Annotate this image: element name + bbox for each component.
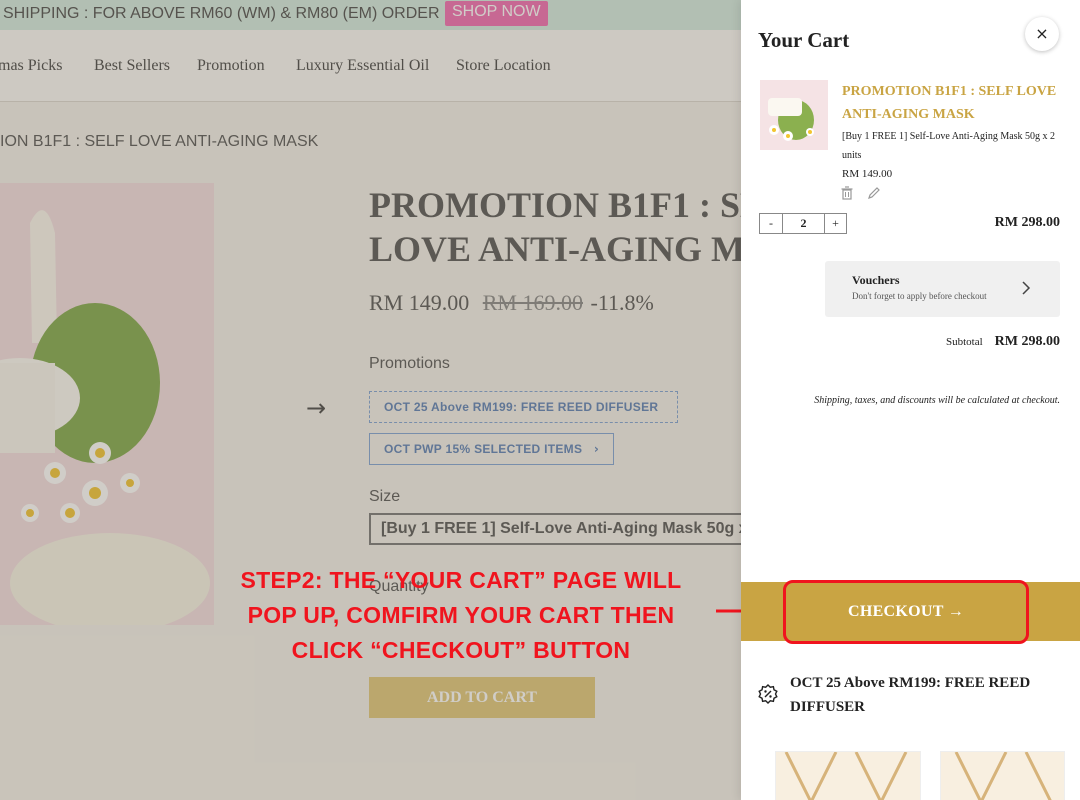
decrease-quantity-button[interactable]: -	[760, 214, 783, 233]
close-icon: ×	[1035, 24, 1049, 43]
recommended-product-image[interactable]	[775, 751, 921, 800]
subtotal-value: RM 298.00	[994, 334, 1060, 349]
cart-item-variant: [Buy 1 FREE 1] Self-Love Anti-Aging Mask…	[842, 131, 1056, 161]
offer-title: OCT 25 Above RM199: FREE REED DIFFUSER	[790, 675, 1031, 715]
annotation-line-2: POP UP, COMFIRM YOUR CART THEN	[247, 602, 675, 628]
reed-diffuser-photo	[941, 752, 1064, 800]
shipping-note: Shipping, taxes, and discounts will be c…	[814, 395, 1060, 406]
quantity-value[interactable]: 2	[783, 214, 824, 233]
cart-title: Your Cart	[758, 28, 850, 52]
subtotal-label: Subtotal	[946, 336, 983, 348]
cart-item-photo	[760, 80, 828, 150]
cart-line-total: RM 298.00	[994, 215, 1060, 230]
drawer-backdrop[interactable]	[0, 0, 741, 800]
cart-item-price: RM 149.00	[842, 168, 893, 180]
edit-pencil-icon[interactable]	[867, 186, 881, 200]
checkout-highlight-box	[783, 580, 1029, 644]
discount-badge-icon	[758, 684, 778, 704]
vouchers-subtitle: Don't forget to apply before checkout	[852, 291, 987, 301]
increase-quantity-button[interactable]: +	[824, 214, 846, 233]
annotation-line-1: STEP2: THE “YOUR CART” PAGE WILL	[240, 567, 682, 593]
vouchers-title: Vouchers	[852, 273, 900, 287]
subtotal-row: Subtotal RM 298.00	[946, 332, 1060, 350]
recommended-product-image[interactable]	[940, 751, 1065, 800]
cart-item-thumbnail[interactable]	[760, 80, 828, 150]
tutorial-annotation: STEP2: THE “YOUR CART” PAGE WILL POP UP,…	[200, 563, 722, 668]
cart-drawer: Your Cart × PROMOTION B1F1 : SELF LOVE A…	[741, 0, 1080, 800]
vouchers-button[interactable]: Vouchers Don't forget to apply before ch…	[825, 261, 1060, 317]
quantity-stepper[interactable]: - 2 +	[759, 213, 847, 234]
chevron-right-icon	[1022, 281, 1031, 295]
reed-diffuser-photo	[776, 752, 920, 800]
cart-item-name[interactable]: PROMOTION B1F1 : SELF LOVE ANTI-AGING MA…	[842, 80, 1067, 126]
close-button[interactable]: ×	[1025, 17, 1059, 51]
annotation-line-3: CLICK “CHECKOUT” BUTTON	[291, 637, 631, 663]
trash-icon[interactable]	[840, 186, 854, 200]
